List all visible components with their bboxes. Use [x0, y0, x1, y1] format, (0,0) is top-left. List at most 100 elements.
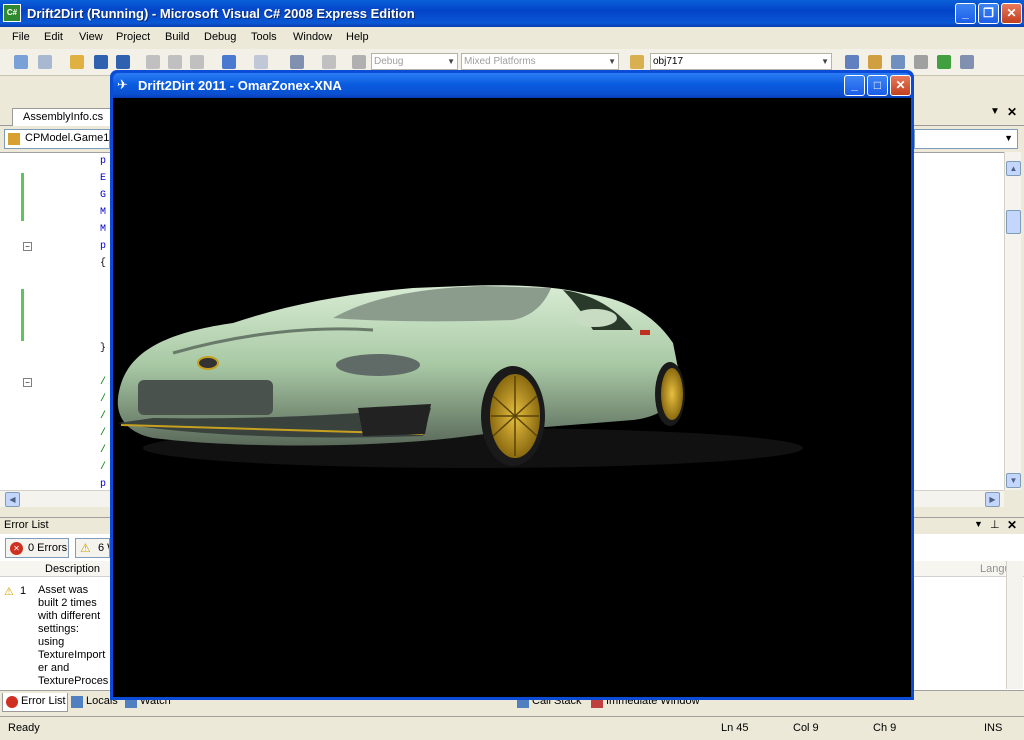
menu-help[interactable]: Help — [346, 31, 369, 43]
menu-window[interactable]: Window — [293, 31, 332, 43]
minimize-button[interactable]: _ — [955, 3, 976, 24]
navigate-icon[interactable] — [290, 55, 304, 69]
cut-icon[interactable] — [146, 55, 160, 69]
row-index: 1 — [20, 585, 27, 597]
start-page-icon[interactable] — [937, 55, 951, 69]
game-minimize-button[interactable]: _ — [844, 75, 865, 96]
visual-csharp-icon: C# — [3, 4, 21, 22]
code-line: / — [100, 394, 107, 405]
redo-icon[interactable] — [254, 55, 268, 69]
scroll-left-icon[interactable]: ◀ — [5, 492, 20, 507]
code-line: / — [100, 462, 107, 473]
changed-lines-marker — [21, 173, 24, 221]
member-combo[interactable]: ▼ — [914, 129, 1018, 149]
description-line: TextureProces — [38, 675, 109, 687]
code-line: p — [100, 479, 107, 490]
game-window-title-bar[interactable]: ✈ Drift2Dirt 2011 - OmarZonex-XNA _ □ ✕ — [113, 73, 911, 98]
description-column[interactable]: Description — [45, 563, 100, 575]
car-render — [117, 285, 803, 468]
status-text: Ready — [8, 722, 40, 734]
add-item-icon[interactable] — [38, 55, 52, 69]
error-list-title: Error List — [4, 519, 49, 531]
menu-build[interactable]: Build — [165, 31, 189, 43]
collapse-icon[interactable]: − — [23, 378, 32, 387]
class-combo[interactable]: CPModel.Game1 — [4, 129, 110, 149]
scroll-right-icon[interactable]: ▶ — [985, 492, 1000, 507]
close-tab-icon[interactable]: ✕ — [1007, 105, 1017, 119]
tab-assemblyinfo[interactable]: AssemblyInfo.cs — [12, 108, 112, 126]
scroll-up-icon[interactable]: ▲ — [1006, 161, 1021, 176]
description-line: with different — [38, 610, 101, 622]
game-close-button[interactable]: ✕ — [890, 75, 911, 96]
description-line: built 2 times — [38, 597, 97, 609]
properties-icon[interactable] — [868, 55, 882, 69]
close-button[interactable]: ✕ — [1001, 3, 1022, 24]
description-line: settings: — [38, 623, 79, 635]
menu-project[interactable]: Project — [116, 31, 150, 43]
code-line: M — [100, 224, 107, 235]
xna-app-icon: ✈ — [117, 77, 128, 92]
game-window-title: Drift2Dirt 2011 - OmarZonex-XNA — [138, 78, 342, 93]
find-icon[interactable] — [630, 55, 644, 69]
status-bar: Ready Ln 45 Col 9 Ch 9 INS — [0, 716, 1024, 740]
warning-description[interactable]: Asset was built 2 times with different s… — [38, 584, 108, 688]
paste-icon[interactable] — [190, 55, 204, 69]
tab-dropdown-icon[interactable]: ▼ — [990, 106, 1000, 117]
open-file-icon[interactable] — [70, 55, 84, 69]
code-line: } — [100, 343, 107, 354]
tab-error-list[interactable]: Error List — [2, 693, 68, 712]
menu-edit[interactable]: Edit — [44, 31, 63, 43]
save-all-icon[interactable] — [116, 55, 130, 69]
new-project-icon[interactable] — [14, 55, 28, 69]
start-debug-icon[interactable] — [352, 55, 366, 69]
description-line: using — [38, 636, 65, 648]
car-headlight — [336, 354, 420, 376]
scroll-down-icon[interactable]: ▼ — [1006, 473, 1021, 488]
status-col: Col 9 — [793, 722, 819, 734]
panel-menu-icon[interactable]: ▼ — [974, 519, 983, 529]
error-list-icon — [6, 696, 18, 708]
game-maximize-button[interactable]: □ — [867, 75, 888, 96]
menu-bar: File Edit View Project Build Debug Tools… — [0, 27, 1024, 48]
platform-combo[interactable]: Mixed Platforms ▼ — [461, 53, 619, 70]
configuration-combo[interactable]: Debug ▼ — [371, 53, 458, 70]
solution-explorer-icon[interactable] — [845, 55, 859, 69]
car-mirror — [573, 309, 617, 327]
close-panel-icon[interactable]: ✕ — [1007, 518, 1017, 532]
error-list-icon[interactable] — [960, 55, 974, 69]
warnings-filter-button[interactable]: ⚠ 6 W — [75, 538, 110, 558]
description-line: Asset was — [38, 584, 89, 596]
game-viewport[interactable] — [113, 98, 911, 697]
car-fog-light-area — [358, 404, 431, 436]
code-line: / — [100, 428, 107, 439]
class-icon — [8, 133, 20, 145]
code-line: / — [100, 377, 107, 388]
save-icon[interactable] — [94, 55, 108, 69]
editor-vertical-scrollbar[interactable]: ▲ ▼ — [1004, 152, 1021, 490]
warning-icon: ⚠ — [4, 586, 14, 598]
description-line: TextureImport — [38, 649, 106, 661]
locals-icon — [71, 696, 83, 708]
scroll-thumb[interactable] — [1006, 210, 1021, 234]
copy-icon[interactable] — [168, 55, 182, 69]
errors-filter-button[interactable]: ✕ 0 Errors — [5, 538, 69, 558]
code-line: p — [100, 156, 107, 167]
ide-title-bar: C# Drift2Dirt (Running) - Microsoft Visu… — [0, 0, 1024, 27]
code-line: { — [100, 258, 107, 269]
collapse-icon[interactable]: − — [23, 242, 32, 251]
undo-icon[interactable] — [222, 55, 236, 69]
find-combo[interactable]: obj717 ▼ — [650, 53, 832, 70]
object-browser-icon[interactable] — [891, 55, 905, 69]
restore-button[interactable]: ❐ — [978, 3, 999, 24]
menu-view[interactable]: View — [79, 31, 103, 43]
menu-file[interactable]: File — [12, 31, 30, 43]
game-window[interactable]: ✈ Drift2Dirt 2011 - OmarZonex-XNA _ □ ✕ — [110, 70, 914, 700]
pin-icon[interactable]: ⊥ — [990, 518, 1000, 531]
menu-tools[interactable]: Tools — [251, 31, 277, 43]
error-icon: ✕ — [10, 542, 23, 555]
build-icon[interactable] — [322, 55, 336, 69]
menu-debug[interactable]: Debug — [204, 31, 236, 43]
error-list-scrollbar[interactable] — [1006, 561, 1023, 689]
toolbox-icon[interactable] — [914, 55, 928, 69]
status-mode: INS — [984, 722, 1003, 734]
